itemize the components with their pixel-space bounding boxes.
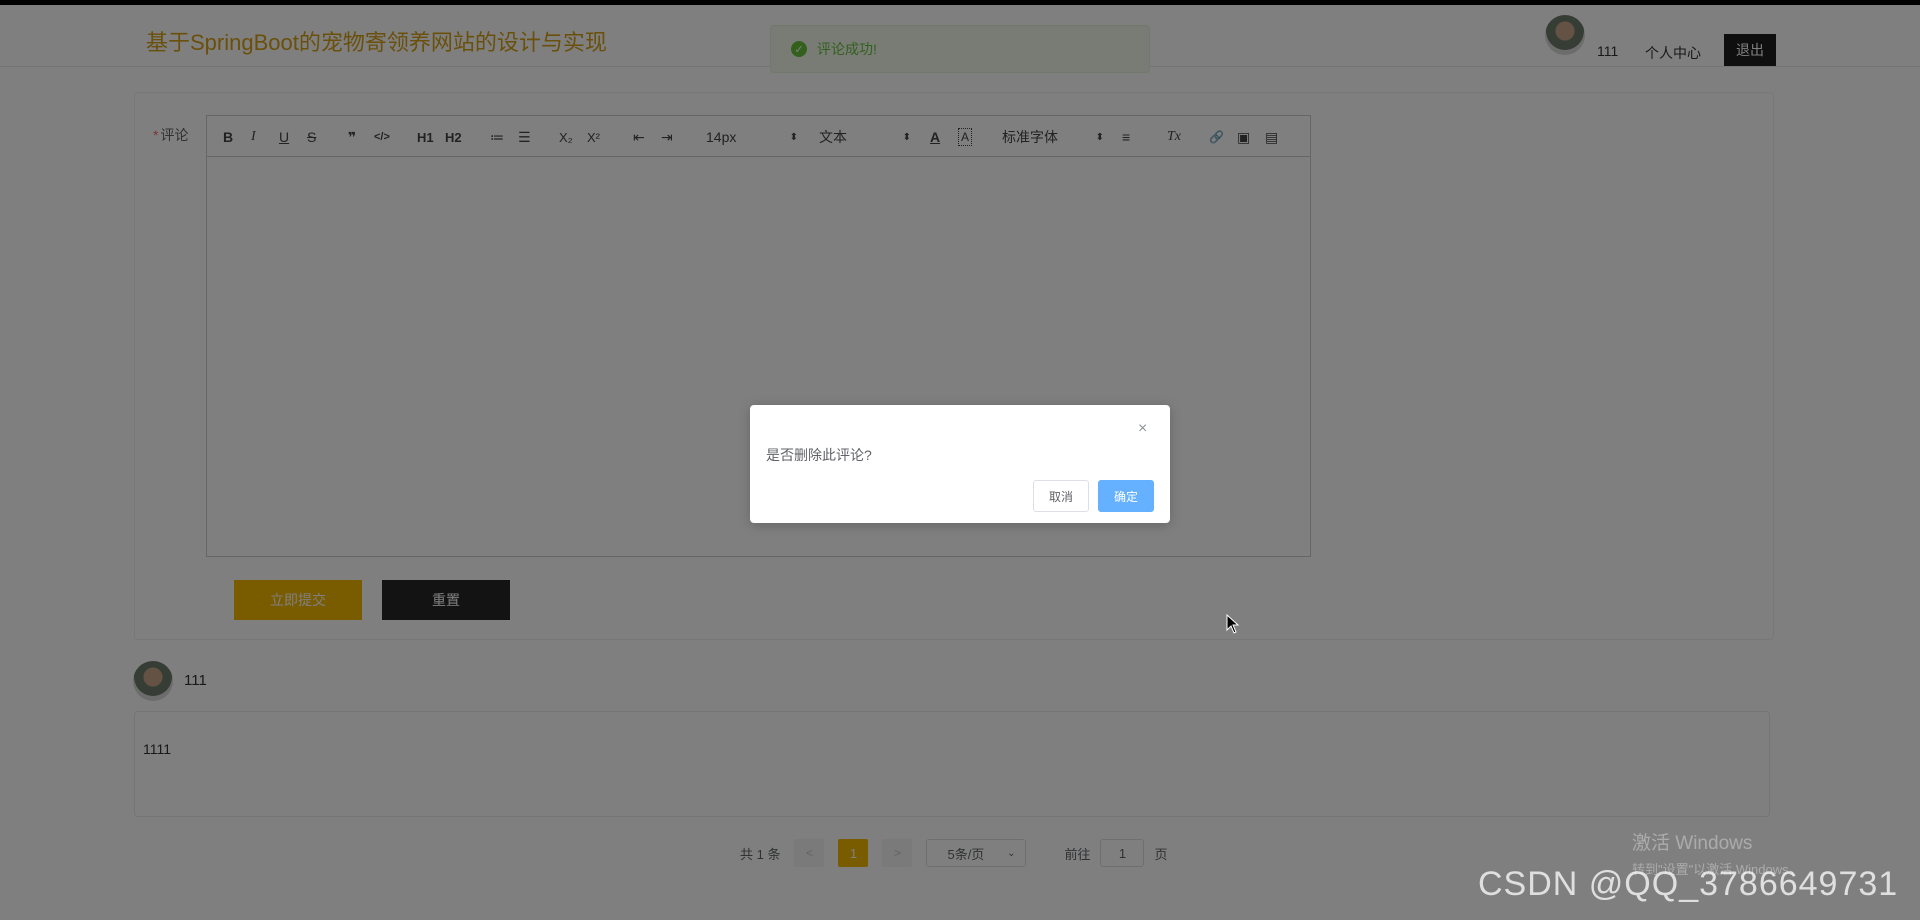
dialog-message: 是否删除此评论? bbox=[766, 447, 872, 463]
close-icon[interactable]: × bbox=[1138, 420, 1147, 438]
csdn-watermark: CSDN @QQ_3786649731 bbox=[1478, 865, 1899, 903]
cancel-button[interactable]: 取消 bbox=[1033, 480, 1089, 512]
confirm-dialog: × 是否删除此评论? 取消 确定 bbox=[750, 405, 1170, 523]
windows-watermark-line1: 激活 Windows bbox=[1632, 833, 1753, 854]
confirm-button[interactable]: 确定 bbox=[1098, 480, 1154, 512]
